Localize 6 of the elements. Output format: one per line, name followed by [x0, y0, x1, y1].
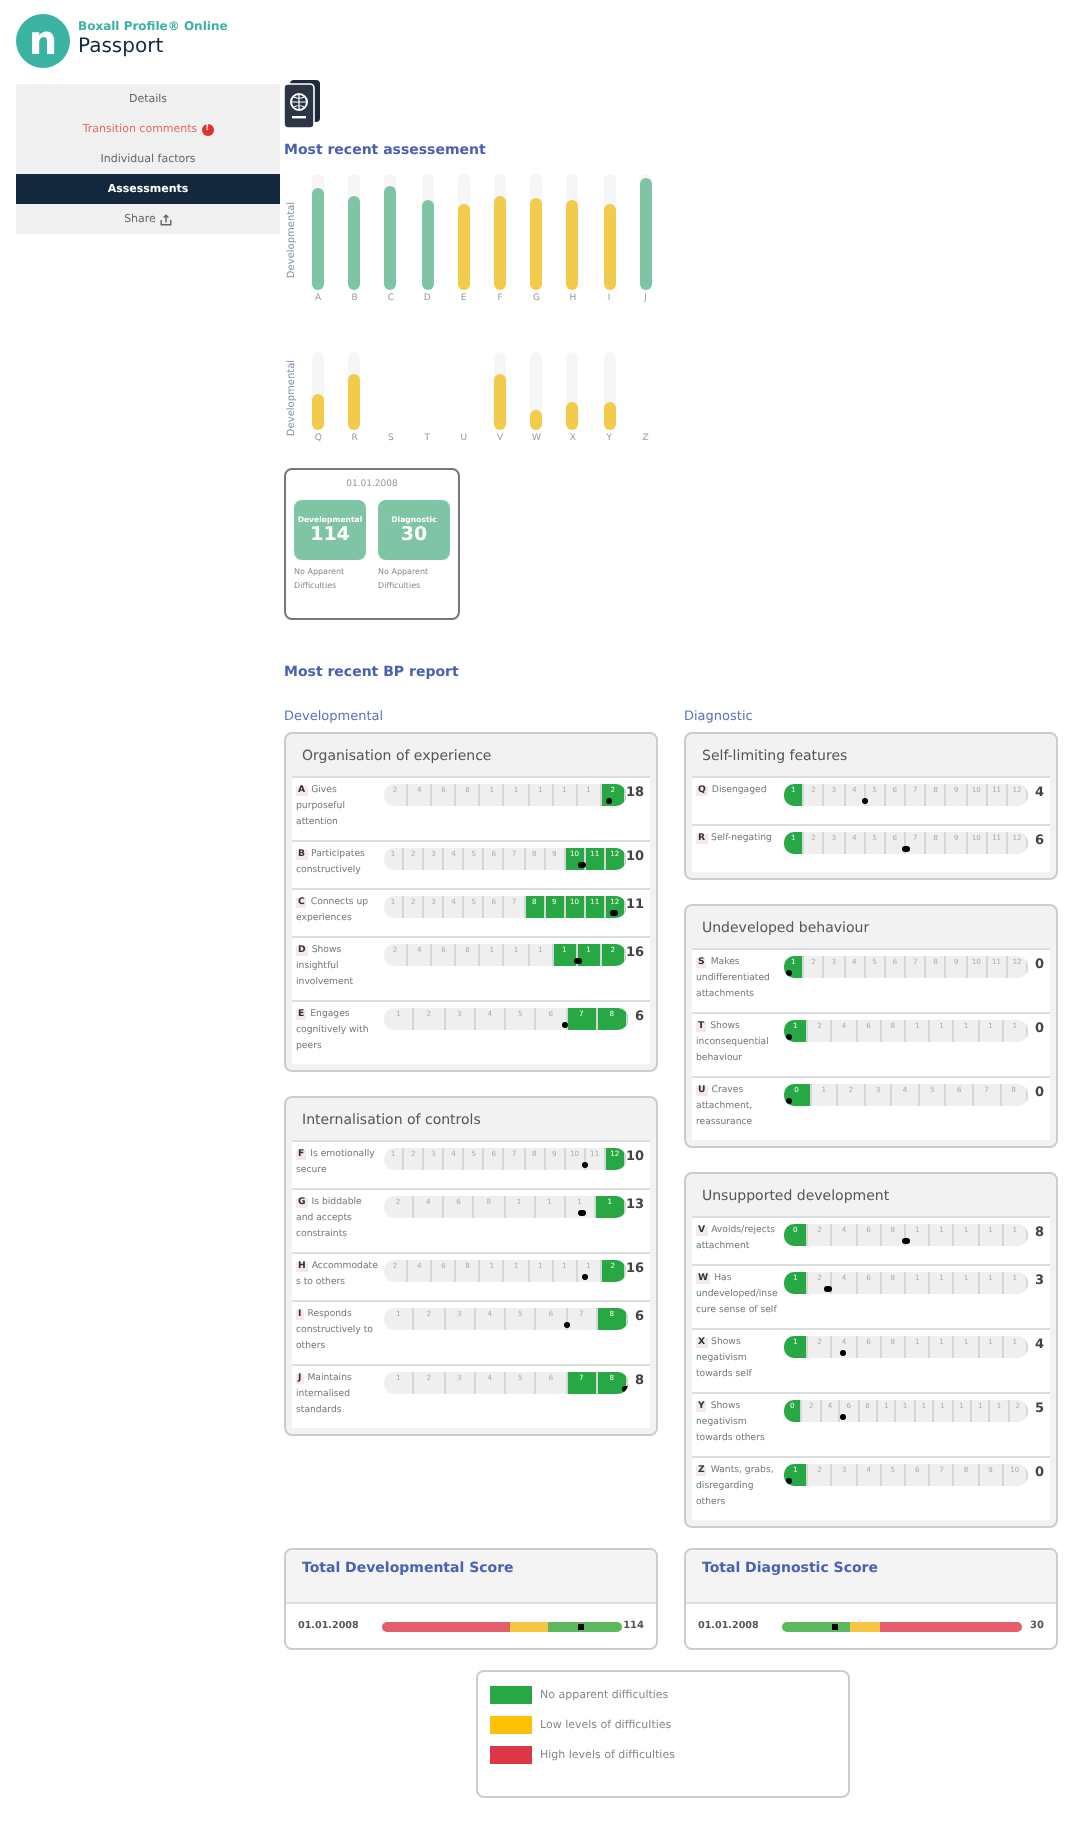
share-icon [159, 213, 172, 225]
logo-icon: n [16, 13, 70, 67]
tile-value: 30 [400, 524, 428, 546]
product-name: Passport [78, 35, 166, 58]
tile-value: 114 [310, 524, 350, 546]
passport-icon [284, 80, 320, 128]
